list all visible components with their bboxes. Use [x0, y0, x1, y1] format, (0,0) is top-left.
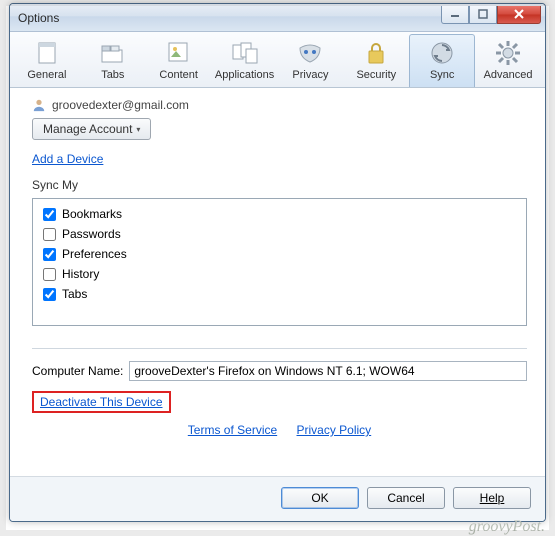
check-label: Preferences	[62, 247, 127, 261]
deactivate-device-link[interactable]: Deactivate This Device	[40, 395, 163, 409]
user-icon	[32, 98, 46, 112]
mask-icon	[297, 42, 323, 64]
checkbox[interactable]	[43, 268, 56, 281]
tab-sync[interactable]: Sync	[409, 34, 475, 87]
maximize-icon	[478, 9, 488, 19]
applications-icon	[232, 41, 258, 65]
tab-label: Advanced	[478, 69, 538, 81]
divider	[32, 348, 527, 349]
sync-bookmarks[interactable]: Bookmarks	[43, 207, 516, 221]
checkbox[interactable]	[43, 208, 56, 221]
deactivate-highlight: Deactivate This Device	[32, 391, 171, 413]
lock-icon	[365, 41, 387, 65]
account-email: groovedexter@gmail.com	[52, 98, 189, 112]
tab-label: General	[17, 69, 77, 81]
sync-preferences[interactable]: Preferences	[43, 247, 516, 261]
tab-applications[interactable]: Applications	[212, 34, 278, 87]
account-row: groovedexter@gmail.com	[32, 98, 527, 112]
tab-privacy[interactable]: Privacy	[278, 34, 344, 87]
computer-name-input[interactable]	[129, 361, 527, 381]
dialog-buttons: OK Cancel Help	[10, 476, 545, 521]
gear-icon	[495, 40, 521, 66]
close-icon	[513, 8, 525, 20]
checkbox[interactable]	[43, 228, 56, 241]
close-button[interactable]	[497, 6, 541, 24]
computer-name-label: Computer Name:	[32, 364, 123, 378]
footer-links: Terms of Service Privacy Policy	[32, 423, 527, 437]
tab-label: Sync	[412, 69, 472, 81]
titlebar: Options	[10, 4, 545, 32]
check-label: Passwords	[62, 227, 121, 241]
check-label: Bookmarks	[62, 207, 122, 221]
tab-label: Applications	[215, 69, 275, 81]
check-label: History	[62, 267, 99, 281]
chevron-down-icon: ▾	[136, 125, 140, 134]
options-dialog: Options General Tabs	[9, 3, 546, 522]
help-button[interactable]: Help	[453, 487, 531, 509]
maximize-button[interactable]	[469, 6, 497, 24]
check-label: Tabs	[62, 287, 87, 301]
tab-label: Tabs	[83, 69, 143, 81]
checkbox[interactable]	[43, 248, 56, 261]
content-icon	[167, 41, 191, 65]
privacy-policy-link[interactable]: Privacy Policy	[297, 423, 372, 437]
tab-general[interactable]: General	[14, 34, 80, 87]
window-title: Options	[18, 11, 441, 25]
tab-tabs[interactable]: Tabs	[80, 34, 146, 87]
category-toolbar: General Tabs Content Applications Privac…	[10, 32, 545, 88]
minimize-button[interactable]	[441, 6, 469, 24]
sync-heading: Sync My	[32, 178, 527, 192]
sync-history[interactable]: History	[43, 267, 516, 281]
minimize-icon	[450, 9, 460, 19]
tab-security[interactable]: Security	[343, 34, 409, 87]
sync-icon	[429, 40, 455, 66]
manage-account-button[interactable]: Manage Account ▾	[32, 118, 151, 140]
sync-list: Bookmarks Passwords Preferences History …	[32, 198, 527, 326]
manage-account-label: Manage Account	[43, 122, 132, 136]
add-device-link[interactable]: Add a Device	[32, 152, 103, 166]
help-label: Help	[480, 491, 505, 505]
sync-passwords[interactable]: Passwords	[43, 227, 516, 241]
tab-label: Content	[149, 69, 209, 81]
terms-of-service-link[interactable]: Terms of Service	[188, 423, 277, 437]
tab-advanced[interactable]: Advanced	[475, 34, 541, 87]
tab-label: Privacy	[281, 69, 341, 81]
tabs-icon	[100, 42, 126, 64]
checkbox[interactable]	[43, 288, 56, 301]
cancel-button[interactable]: Cancel	[367, 487, 445, 509]
tab-content[interactable]: Content	[146, 34, 212, 87]
tab-label: Security	[346, 69, 406, 81]
sync-tabs[interactable]: Tabs	[43, 287, 516, 301]
window-icon	[36, 41, 58, 65]
ok-button[interactable]: OK	[281, 487, 359, 509]
